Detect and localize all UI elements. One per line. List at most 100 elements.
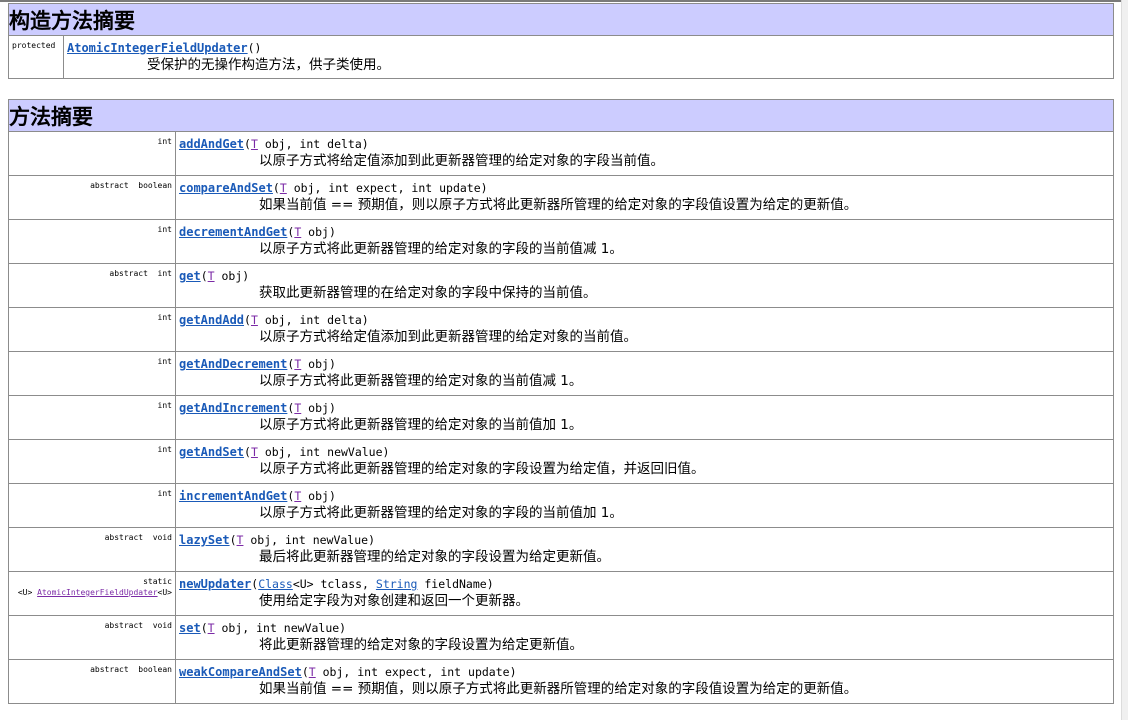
modifier-return-type: int xyxy=(157,225,172,234)
param-open: ( xyxy=(244,313,251,327)
type-param-link[interactable]: T xyxy=(280,181,287,195)
modifier-spacer xyxy=(148,137,158,146)
param-rest: obj, int newValue) xyxy=(214,621,347,635)
modifier-abstract: abstract xyxy=(104,621,144,630)
method-signature: newUpdater(Class<U> tclass, String field… xyxy=(175,571,1114,616)
modifier-abstract: abstract xyxy=(109,269,148,278)
param-rest: obj) xyxy=(301,225,336,239)
modifier-abstract: abstract xyxy=(90,181,129,190)
type-param-link[interactable]: T xyxy=(208,269,215,283)
method-link[interactable]: getAndAdd xyxy=(179,313,244,327)
constructor-params: () xyxy=(247,41,262,55)
generic-close: <U> xyxy=(157,588,172,597)
method-link[interactable]: get xyxy=(179,269,201,283)
modifier-spacer xyxy=(148,269,158,278)
table-row: int getAndSet(T obj, int newValue) 以原子方式将此… xyxy=(8,439,1114,484)
method-modifier: abstract int xyxy=(8,263,176,308)
modifier-spacer xyxy=(148,489,158,498)
modifier-spacer xyxy=(148,313,158,322)
method-modifier: int xyxy=(8,131,176,176)
method-modifier: int xyxy=(8,351,176,396)
modifier-return-type: int xyxy=(157,313,172,322)
method-modifier: int xyxy=(8,483,176,528)
method-link[interactable]: newUpdater xyxy=(179,577,251,591)
table-row: int incrementAndGet(T obj) 以原子方式将此更新器管理的给定… xyxy=(8,483,1114,528)
method-signature: getAndSet(T obj, int newValue) 以原子方式将此更新器… xyxy=(175,439,1114,484)
table-row: static <U> AtomicIntegerFieldUpdater<U> ne… xyxy=(8,571,1114,616)
param-open: ( xyxy=(244,137,251,151)
param-rest: obj, int delta) xyxy=(257,137,369,151)
constructor-signature: AtomicIntegerFieldUpdater() 受保护的无操作构造方法，… xyxy=(63,35,1114,79)
method-modifier: int xyxy=(8,219,176,264)
method-modifier: static <U> AtomicIntegerFieldUpdater<U> xyxy=(8,571,176,616)
modifier-spacer xyxy=(143,533,153,542)
return-type-link[interactable]: AtomicIntegerFieldUpdater xyxy=(37,588,157,597)
method-description: 如果当前值 == 预期值，则以原子方式将此更新器所管理的给定对象的字段值设置为给… xyxy=(259,681,858,697)
method-link[interactable]: getAndDecrement xyxy=(179,357,287,371)
method-link[interactable]: getAndIncrement xyxy=(179,401,287,415)
modifier-return-type: int xyxy=(157,445,172,454)
method-description: 使用给定字段为对象创建和返回一个更新器。 xyxy=(259,593,529,609)
method-link[interactable]: set xyxy=(179,621,201,635)
method-modifier: abstract void xyxy=(8,615,176,660)
table-row: abstract void set(T obj, int newValue) 将此更… xyxy=(8,615,1114,660)
method-description: 以原子方式将此更新器管理的给定对象的当前值加 1。 xyxy=(259,417,583,433)
modifier-spacer xyxy=(148,445,158,454)
table-row: abstract boolean weakCompareAndSet(T obj,… xyxy=(8,659,1114,704)
modifier-return-type: int xyxy=(157,137,172,146)
type-param-link[interactable]: T xyxy=(309,665,316,679)
type-param-link[interactable]: T xyxy=(208,621,215,635)
modifier-return-type: int xyxy=(157,357,172,366)
method-modifier: abstract boolean xyxy=(8,175,176,220)
method-link[interactable]: weakCompareAndSet xyxy=(179,665,302,679)
modifier-static: static xyxy=(143,577,172,586)
modifier-spacer xyxy=(129,181,139,190)
constructor-summary-table: 构造方法摘要 protected AtomicIntegerFieldUpdat… xyxy=(8,3,1114,79)
param-rest: obj) xyxy=(301,401,336,415)
type-param-link[interactable]: T xyxy=(251,445,258,459)
table-row: int getAndIncrement(T obj) 以原子方式将此更新器管理的给定… xyxy=(8,395,1114,440)
param-rest: obj, int newValue) xyxy=(257,445,390,459)
modifier-return-type: int xyxy=(157,489,172,498)
method-description: 最后将此更新器管理的给定对象的字段设置为给定更新值。 xyxy=(259,549,610,565)
class-link[interactable]: Class xyxy=(258,577,293,591)
method-description: 以原子方式将此更新器管理的给定对象的字段设置为给定值，并返回旧值。 xyxy=(259,461,705,477)
method-link[interactable]: incrementAndGet xyxy=(179,489,287,503)
table-row: int getAndAdd(T obj, int delta) 以原子方式将给定值添… xyxy=(8,307,1114,352)
table-row: abstract int get(T obj) 获取此更新器管理的在给定对象的字段中… xyxy=(8,263,1114,308)
modifier-spacer xyxy=(143,621,153,630)
modifier-return-type: void xyxy=(152,533,172,542)
method-signature: getAndDecrement(T obj) 以原子方式将此更新器管理的给定对象的… xyxy=(175,351,1114,396)
method-signature: weakCompareAndSet(T obj, int expect, int… xyxy=(175,659,1114,704)
method-signature: decrementAndGet(T obj) 以原子方式将此更新器管理的给定对象的… xyxy=(175,219,1114,264)
method-link[interactable]: decrementAndGet xyxy=(179,225,287,239)
method-link[interactable]: compareAndSet xyxy=(179,181,273,195)
method-link[interactable]: getAndSet xyxy=(179,445,244,459)
modifier-return-type: boolean xyxy=(138,181,172,190)
table-row: abstract boolean compareAndSet(T obj, int… xyxy=(8,175,1114,220)
method-link[interactable]: addAndGet xyxy=(179,137,244,151)
param-rest: fieldName) xyxy=(417,577,494,591)
modifier-return-type: void xyxy=(152,621,172,630)
constructor-modifier: protected xyxy=(8,35,64,79)
param-rest: obj) xyxy=(301,489,336,503)
param-rest: obj) xyxy=(301,357,336,371)
param-rest: obj, int expect, int update) xyxy=(286,181,488,195)
type-param-link[interactable]: T xyxy=(251,137,258,151)
modifier-spacer xyxy=(148,401,158,410)
param-open: ( xyxy=(200,621,208,635)
type-param-link[interactable]: T xyxy=(251,313,258,327)
vertical-scrollbar[interactable] xyxy=(1121,0,1128,720)
constructor-link[interactable]: AtomicIntegerFieldUpdater xyxy=(67,41,248,55)
method-modifier: int xyxy=(8,439,176,484)
modifier-return-type: boolean xyxy=(138,665,172,674)
method-link[interactable]: lazySet xyxy=(179,533,230,547)
param-open: ( xyxy=(301,665,309,679)
method-description: 获取此更新器管理的在给定对象的字段中保持的当前值。 xyxy=(259,285,597,301)
string-link[interactable]: String xyxy=(376,577,418,591)
method-description: 以原子方式将此更新器管理的给定对象的当前值减 1。 xyxy=(259,373,583,389)
table-row: int addAndGet(T obj, int delta) 以原子方式将给定值添… xyxy=(8,131,1114,176)
param-open: ( xyxy=(244,445,251,459)
modifier-generic-return: <U> AtomicIntegerFieldUpdater<U> xyxy=(12,587,172,598)
constructor-summary-title: 构造方法摘要 xyxy=(8,3,1114,36)
